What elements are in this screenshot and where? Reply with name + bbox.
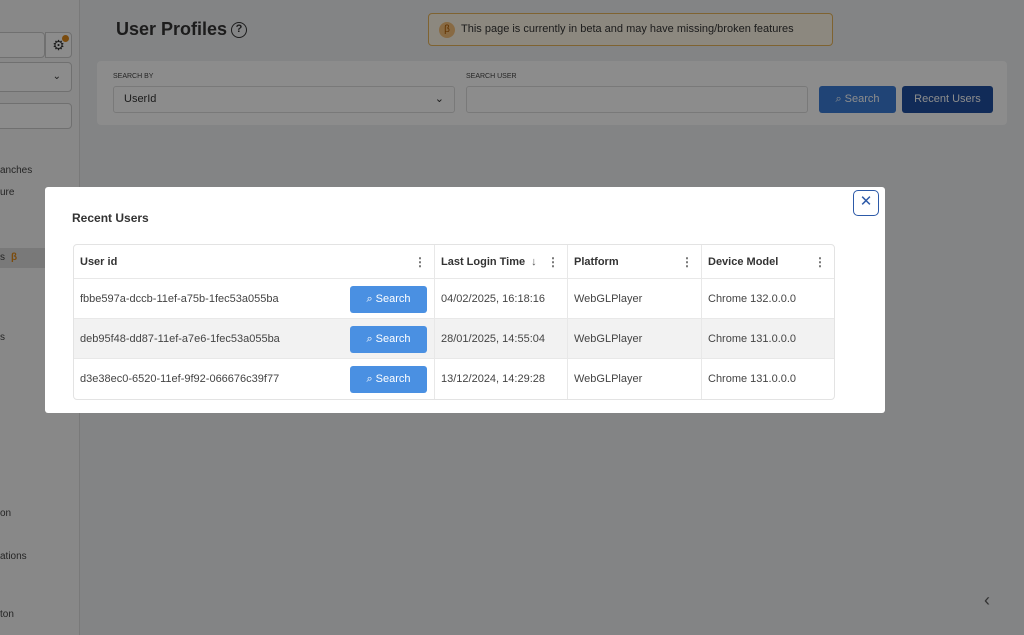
search-icon: ⌕ xyxy=(366,373,376,385)
platform-cell: WebGLPlayer xyxy=(568,359,702,399)
device-model-cell: Chrome 132.0.0.0 xyxy=(702,279,834,319)
column-header-platform[interactable]: Platform ⋮ xyxy=(568,245,702,279)
device-model-cell: Chrome 131.0.0.0 xyxy=(708,373,797,385)
platform-cell: WebGLPlayer xyxy=(568,319,702,359)
device-model-cell: Chrome 131.0.0.0 xyxy=(702,319,834,359)
close-button[interactable]: ✕ xyxy=(853,190,879,216)
column-menu-icon[interactable]: ⋮ xyxy=(681,255,693,269)
last-login-cell: 28/01/2025, 14:55:04 xyxy=(435,319,568,359)
search-icon: ⌕ xyxy=(366,293,376,305)
column-menu-icon[interactable]: ⋮ xyxy=(547,255,559,269)
column-menu-icon[interactable]: ⋮ xyxy=(814,255,826,269)
table-row: fbbe597a-dccb-11ef-a75b-1fec53a055ba ⌕ Se… xyxy=(74,279,834,319)
modal-title: Recent Users xyxy=(72,211,149,225)
recent-users-table: User id ⋮ Last Login Time ↓ ⋮ Platform ⋮ Dev… xyxy=(73,244,835,400)
user-id-cell: d3e38ec0-6520-11ef-9f92-066676c39f77 ⌕ Se… xyxy=(74,359,435,399)
table-row: d3e38ec0-6520-11ef-9f92-066676c39f77 ⌕ Se… xyxy=(74,359,834,399)
user-id-cell: deb95f48-dd87-11ef-a7e6-1fec53a055ba ⌕ Se… xyxy=(74,319,435,359)
table-row: deb95f48-dd87-11ef-a7e6-1fec53a055ba ⌕ Se… xyxy=(74,319,834,359)
search-icon: ⌕ xyxy=(366,333,376,345)
last-login-cell: 04/02/2025, 16:18:16 xyxy=(435,279,568,319)
last-login-cell: 13/12/2024, 14:29:28 xyxy=(435,359,568,399)
row-search-button[interactable]: ⌕ Search xyxy=(350,326,427,353)
column-header-last-login[interactable]: Last Login Time ↓ ⋮ xyxy=(435,245,568,279)
platform-cell: WebGLPlayer xyxy=(568,279,702,319)
sort-down-arrow-icon[interactable]: ↓ xyxy=(531,256,537,268)
row-search-button[interactable]: ⌕ Search xyxy=(350,366,427,393)
column-header-user-id[interactable]: User id ⋮ xyxy=(74,245,435,279)
recent-users-modal: ✕ Recent Users User id ⋮ Last Login Time ↓… xyxy=(45,187,885,413)
user-id-cell: fbbe597a-dccb-11ef-a75b-1fec53a055ba ⌕ Se… xyxy=(74,279,435,319)
row-search-button[interactable]: ⌕ Search xyxy=(350,286,427,313)
column-header-device-model[interactable]: Device Model ⋮ xyxy=(702,245,834,279)
chevron-left-icon[interactable]: ‹ xyxy=(984,590,990,611)
column-menu-icon[interactable]: ⋮ xyxy=(414,255,426,269)
